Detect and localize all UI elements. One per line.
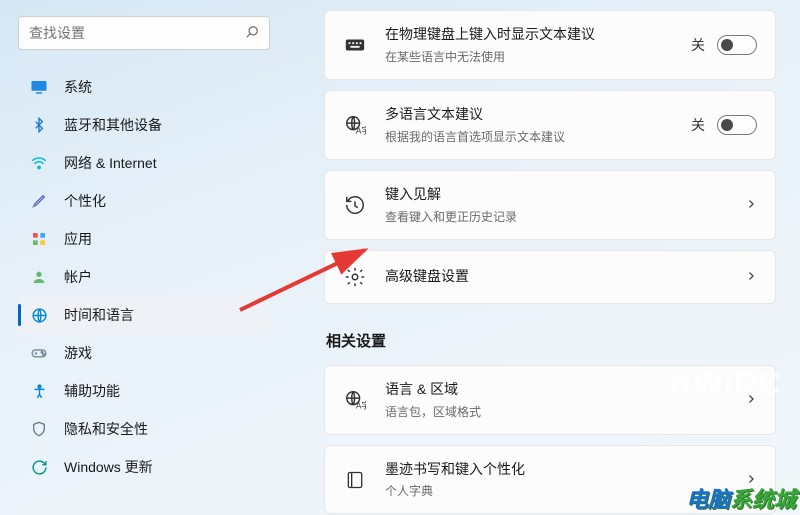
- keyboard-icon: [343, 33, 367, 57]
- card-subtitle: 个人字典: [385, 482, 727, 499]
- card-subtitle: 语言包，区域格式: [385, 403, 727, 420]
- settings-sidebar: 系统 蓝牙和其他设备 网络 & Internet 个性化 应用: [0, 10, 280, 515]
- search-icon: [245, 25, 259, 42]
- gamepad-icon: [30, 344, 48, 362]
- sidebar-item-label: 时间和语言: [64, 305, 134, 325]
- sidebar-item-apps[interactable]: 应用: [18, 220, 270, 258]
- sidebar-item-bluetooth[interactable]: 蓝牙和其他设备: [18, 106, 270, 144]
- wifi-icon: [30, 154, 48, 172]
- card-title: 在物理键盘上键入时显示文本建议: [385, 25, 673, 44]
- sidebar-item-label: 辅助功能: [64, 381, 120, 401]
- person-icon: [30, 268, 48, 286]
- chevron-right-icon: [745, 392, 757, 408]
- card-multilingual-suggestions[interactable]: A字 多语言文本建议 根据我的语言首选项显示文本建议 关: [324, 90, 776, 160]
- svg-text:A字: A字: [356, 125, 366, 135]
- card-title: 语言 & 区域: [385, 380, 727, 399]
- dictionary-icon: [343, 468, 367, 492]
- section-header-related: 相关设置: [326, 330, 776, 351]
- sidebar-item-accessibility[interactable]: 辅助功能: [18, 372, 270, 410]
- sidebar-item-label: 游戏: [64, 343, 92, 363]
- gear-icon: [343, 265, 367, 289]
- update-icon: [30, 458, 48, 476]
- globe-clock-icon: [30, 306, 48, 324]
- card-subtitle: 根据我的语言首选项显示文本建议: [385, 128, 673, 145]
- card-subtitle: 在某些语言中无法使用: [385, 48, 673, 65]
- chevron-right-icon: [745, 197, 757, 213]
- sidebar-item-label: 蓝牙和其他设备: [64, 115, 162, 135]
- toggle-switch[interactable]: [717, 35, 757, 55]
- card-typing-insights[interactable]: 键入见解 查看键入和更正历史记录: [324, 170, 776, 240]
- card-title: 多语言文本建议: [385, 105, 673, 124]
- toggle-state-label: 关: [691, 115, 705, 135]
- sidebar-item-windows-update[interactable]: Windows 更新: [18, 448, 270, 486]
- sidebar-item-label: 帐户: [64, 267, 92, 287]
- chevron-right-icon: [745, 269, 757, 285]
- globe-language-icon: A字: [343, 113, 367, 137]
- shield-icon: [30, 420, 48, 438]
- sidebar-item-label: 应用: [64, 229, 92, 249]
- search-input[interactable]: [29, 25, 245, 41]
- sidebar-item-label: Windows 更新: [64, 457, 153, 477]
- search-box[interactable]: [18, 16, 270, 50]
- sidebar-item-time-language[interactable]: 时间和语言: [18, 296, 270, 334]
- chevron-right-icon: [745, 472, 757, 488]
- sidebar-item-label: 系统: [64, 77, 92, 97]
- sidebar-item-label: 隐私和安全性: [64, 419, 148, 439]
- sidebar-item-label: 个性化: [64, 191, 106, 211]
- toggle-state-label: 关: [691, 35, 705, 55]
- card-subtitle: 查看键入和更正历史记录: [385, 208, 727, 225]
- bluetooth-icon: [30, 116, 48, 134]
- card-ink-typing-personalization[interactable]: 墨迹书写和键入个性化 个人字典: [324, 445, 776, 515]
- card-physical-keyboard-suggestions[interactable]: 在物理键盘上键入时显示文本建议 在某些语言中无法使用 关: [324, 10, 776, 80]
- card-title: 键入见解: [385, 185, 727, 204]
- toggle-switch[interactable]: [717, 115, 757, 135]
- accessibility-icon: [30, 382, 48, 400]
- sidebar-item-system[interactable]: 系统: [18, 68, 270, 106]
- card-language-region[interactable]: A字 语言 & 区域 语言包，区域格式: [324, 365, 776, 435]
- card-title: 墨迹书写和键入个性化: [385, 460, 727, 479]
- history-icon: [343, 193, 367, 217]
- sidebar-item-privacy[interactable]: 隐私和安全性: [18, 410, 270, 448]
- sidebar-item-network[interactable]: 网络 & Internet: [18, 144, 270, 182]
- globe-language-icon: A字: [343, 388, 367, 412]
- card-title: 高级键盘设置: [385, 267, 727, 286]
- apps-icon: [30, 230, 48, 248]
- sidebar-item-accounts[interactable]: 帐户: [18, 258, 270, 296]
- monitor-icon: [30, 78, 48, 96]
- card-advanced-keyboard-settings[interactable]: 高级键盘设置: [324, 250, 776, 304]
- paintbrush-icon: [30, 192, 48, 210]
- sidebar-item-label: 网络 & Internet: [64, 153, 157, 173]
- svg-text:A字: A字: [356, 400, 366, 410]
- sidebar-item-personalization[interactable]: 个性化: [18, 182, 270, 220]
- settings-content: 在物理键盘上键入时显示文本建议 在某些语言中无法使用 关 A字 多语言文本建议 …: [280, 10, 800, 515]
- sidebar-item-gaming[interactable]: 游戏: [18, 334, 270, 372]
